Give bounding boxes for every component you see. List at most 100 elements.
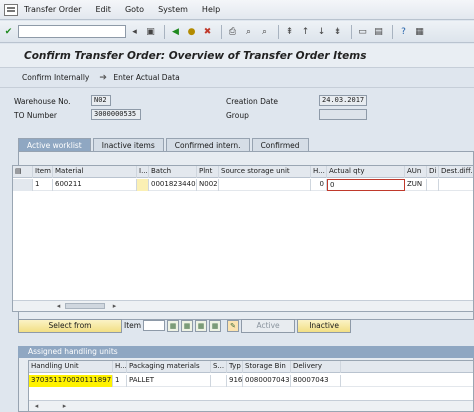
item-input[interactable]	[143, 320, 166, 331]
tab-active-worklist[interactable]: Active worklist	[18, 138, 91, 152]
filter-icon[interactable]: ▦	[209, 319, 222, 332]
set-active-icon[interactable]: ✎	[227, 319, 240, 332]
tab-confirmed[interactable]: Confirmed	[251, 138, 309, 152]
col-source-storage-unit[interactable]: Source storage unit	[219, 166, 311, 178]
cell-material: 600211	[53, 179, 137, 191]
table-row[interactable]: 1 600211 0001823440 N002 0 0 ZUN	[13, 179, 473, 191]
col-di[interactable]: Di	[427, 166, 439, 178]
system-menu-icon[interactable]	[4, 3, 18, 16]
scroll-right-icon[interactable]: ▸	[109, 301, 120, 311]
col-i[interactable]: I...	[137, 166, 149, 178]
creation-date-field[interactable]: 24.03.2017	[319, 95, 367, 106]
col-actual-qty[interactable]: Actual qty	[327, 166, 405, 178]
hu-horizontal-scrollbar[interactable]: ◂ ▸	[29, 400, 473, 411]
select-all-rows-icon[interactable]: ▦	[181, 319, 194, 332]
enter-actual-data-label: Enter Actual Data	[113, 73, 180, 82]
col-handling-unit[interactable]: Handling Unit	[29, 361, 113, 373]
enter-actual-data-button[interactable]: ➔ Enter Actual Data	[99, 73, 179, 83]
col-dest-diff[interactable]: Dest.diff.q	[439, 166, 473, 178]
cell-di	[427, 179, 439, 191]
menu-system[interactable]: System	[158, 5, 188, 14]
toolbar-separator	[392, 24, 393, 39]
menu-transfer-order[interactable]: Transfer Order	[24, 5, 81, 14]
to-number-field[interactable]: 3000000535	[91, 109, 141, 120]
cell-h: 0	[311, 179, 327, 191]
cell-source-storage-unit[interactable]	[219, 179, 311, 191]
command-dropdown-icon[interactable]: ◂	[128, 25, 141, 38]
hu-scroll-left-icon[interactable]: ◂	[31, 401, 42, 411]
col-storage-bin[interactable]: Storage Bin	[243, 361, 291, 373]
find-next-icon[interactable]: ⌕	[258, 25, 271, 38]
confirm-internally-button[interactable]: Confirm Internally	[22, 73, 89, 82]
inactive-button[interactable]: Inactive	[297, 318, 352, 333]
print-icon[interactable]: ⎙	[226, 25, 239, 38]
first-page-icon[interactable]: ⇞	[283, 25, 296, 38]
shortcut-icon[interactable]: ▤	[372, 25, 385, 38]
new-session-icon[interactable]: ▭	[356, 25, 369, 38]
enter-data-icon: ➔	[99, 72, 107, 83]
creation-date-label: Creation Date	[226, 97, 279, 106]
warehouse-label: Warehouse No.	[14, 97, 71, 106]
warehouse-field[interactable]: N02	[91, 95, 111, 106]
toolbar-separator	[351, 24, 352, 39]
cancel-icon[interactable]: ✖	[201, 25, 214, 38]
scroll-thumb[interactable]	[65, 303, 105, 309]
cell-actual-qty[interactable]: 0	[327, 179, 405, 191]
select-all-icon[interactable]: ▤	[13, 166, 33, 178]
horizontal-scrollbar[interactable]: ◂ ▸	[13, 300, 473, 311]
col-aun[interactable]: AUn	[405, 166, 427, 178]
group-label: Group	[226, 111, 249, 120]
find-icon[interactable]: ⌕	[242, 25, 255, 38]
col-batch[interactable]: Batch	[149, 166, 197, 178]
hu-table-header: Handling Unit H... Packaging materials S…	[29, 361, 473, 373]
menu-goto[interactable]: Goto	[125, 5, 144, 14]
toolbar-separator	[221, 24, 222, 39]
col-h[interactable]: H...	[311, 166, 327, 178]
enter-icon[interactable]: ✔	[2, 25, 15, 38]
cell-aun: ZUN	[405, 179, 427, 191]
prev-page-icon[interactable]: ↑	[299, 25, 312, 38]
deselect-all-icon[interactable]: ▦	[195, 319, 208, 332]
save-icon[interactable]: ▣	[144, 25, 157, 38]
application-toolbar: Confirm Internally ➔ Enter Actual Data	[0, 68, 474, 88]
toolbar-separator	[164, 24, 165, 39]
col-plnt[interactable]: Plnt	[197, 166, 219, 178]
active-button[interactable]: Active	[241, 318, 296, 333]
assigned-hu-title: Assigned handling units	[18, 346, 474, 358]
col-item[interactable]: Item	[33, 166, 53, 178]
customize-icon[interactable]: ▦	[413, 25, 426, 38]
next-page-icon[interactable]: ↓	[315, 25, 328, 38]
col-delivery[interactable]: Delivery	[291, 361, 341, 373]
menu-help[interactable]: Help	[202, 5, 220, 14]
group-field[interactable]	[319, 109, 367, 120]
col-hu-h[interactable]: H...	[113, 361, 127, 373]
tab-confirmed-intern[interactable]: Confirmed intern.	[165, 138, 250, 152]
scroll-left-icon[interactable]: ◂	[53, 301, 64, 311]
last-page-icon[interactable]: ⇟	[331, 25, 344, 38]
command-field[interactable]	[18, 25, 126, 38]
hu-scroll-right-icon[interactable]: ▸	[59, 401, 70, 411]
confirm-internally-label: Confirm Internally	[22, 73, 90, 82]
col-hu-s[interactable]: S...	[211, 361, 227, 373]
row-selector[interactable]	[13, 179, 33, 191]
cell-handling-unit: 370351170020111897	[29, 375, 113, 387]
help-icon[interactable]: ?	[397, 25, 410, 38]
select-from-button[interactable]: Select from	[18, 318, 122, 333]
table-row[interactable]: 370351170020111897 1 PALLET 916 00800070…	[29, 375, 473, 387]
cell-batch: 0001823440	[149, 179, 197, 191]
menu-bar: Transfer Order Edit Goto System Help	[0, 0, 474, 20]
tab-strip: Active worklist Inactive items Confirmed…	[18, 138, 311, 152]
menu-edit[interactable]: Edit	[95, 5, 111, 14]
to-number-label: TO Number	[14, 111, 57, 120]
col-typ[interactable]: Typ	[227, 361, 243, 373]
tab-inactive-items[interactable]: Inactive items	[92, 138, 164, 152]
handling-units-table: Handling Unit H... Packaging materials S…	[28, 360, 474, 412]
col-packaging-materials[interactable]: Packaging materials	[127, 361, 211, 373]
items-table: ▤ Item Material I... Batch Plnt Source s…	[12, 165, 474, 312]
back-icon[interactable]: ◀	[169, 25, 182, 38]
select-block-icon[interactable]: ▦	[167, 319, 180, 332]
cell-i[interactable]	[137, 179, 149, 191]
page-title: Confirm Transfer Order: Overview of Tran…	[0, 44, 474, 68]
col-material[interactable]: Material	[53, 166, 137, 178]
exit-icon[interactable]: ●	[185, 25, 198, 38]
